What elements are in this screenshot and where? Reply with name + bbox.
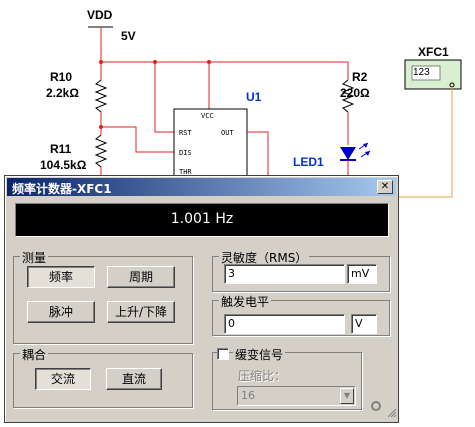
compression-ratio-value: 16 (241, 389, 255, 402)
frequency-counter-dialog: 频率计数器-XFC1 ✕ 1.001 Hz 测量 频率 周期 脉冲 上升/下降 … (4, 175, 399, 423)
chevron-down-icon[interactable]: ▼ (340, 388, 354, 404)
compression-ratio-select[interactable]: 16 ▼ (237, 386, 356, 406)
settings-icon[interactable] (371, 401, 381, 411)
ac-coupling-button[interactable]: 交流 (35, 368, 91, 390)
r2-value: 220Ω (340, 86, 370, 100)
rise-fall-button[interactable]: 上升/下降 (107, 301, 175, 323)
dialog-titlebar[interactable]: 频率计数器-XFC1 ✕ (7, 178, 396, 196)
vdd-label: VDD (87, 8, 113, 22)
measure-group-label: 测量 (20, 249, 49, 266)
chip-rst-pin: RST (179, 129, 192, 137)
resize-grip-icon[interactable] (385, 406, 397, 418)
chip-dis-pin: DIS (179, 149, 192, 157)
reading-display: 1.001 Hz (15, 203, 389, 237)
trigger-unit-select[interactable]: V (351, 314, 377, 334)
coupling-group-label: 耦合 (20, 346, 49, 363)
sensitivity-unit-select[interactable]: mV (347, 264, 377, 284)
u1-name: U1 (246, 90, 262, 104)
r10-name: R10 (50, 70, 73, 84)
close-icon[interactable]: ✕ (377, 180, 393, 194)
r10-value: 2.2kΩ (46, 86, 79, 100)
r11-name: R11 (50, 142, 72, 156)
period-button[interactable]: 周期 (107, 266, 175, 288)
dialog-title: 频率计数器-XFC1 (12, 182, 112, 196)
xfc-name: XFC1 (418, 45, 449, 59)
chip-out-pin: OUT (221, 129, 234, 137)
pulse-button[interactable]: 脉冲 (27, 301, 95, 323)
chip-vcc-pin: VCC (201, 112, 214, 120)
frequency-button[interactable]: 频率 (27, 266, 95, 288)
compression-ratio-label: 压缩比： (238, 369, 287, 383)
r2-name: R2 (352, 70, 368, 84)
slow-change-label: 缓变信号 (233, 346, 286, 363)
sensitivity-input[interactable]: 3 (224, 264, 345, 284)
vdd-value: 5V (121, 29, 136, 43)
reading-value: 1.001 Hz (170, 211, 234, 227)
dc-coupling-button[interactable]: 直流 (106, 368, 162, 390)
trigger-level-label: 触发电平 (219, 293, 272, 310)
r11-value: 104.5kΩ (40, 158, 87, 172)
trigger-level-input[interactable]: 0 (224, 314, 345, 334)
xfc-instrument-display[interactable]: 123 (413, 67, 439, 79)
slow-change-checkbox[interactable] (217, 348, 229, 360)
led-name: LED1 (293, 155, 324, 169)
